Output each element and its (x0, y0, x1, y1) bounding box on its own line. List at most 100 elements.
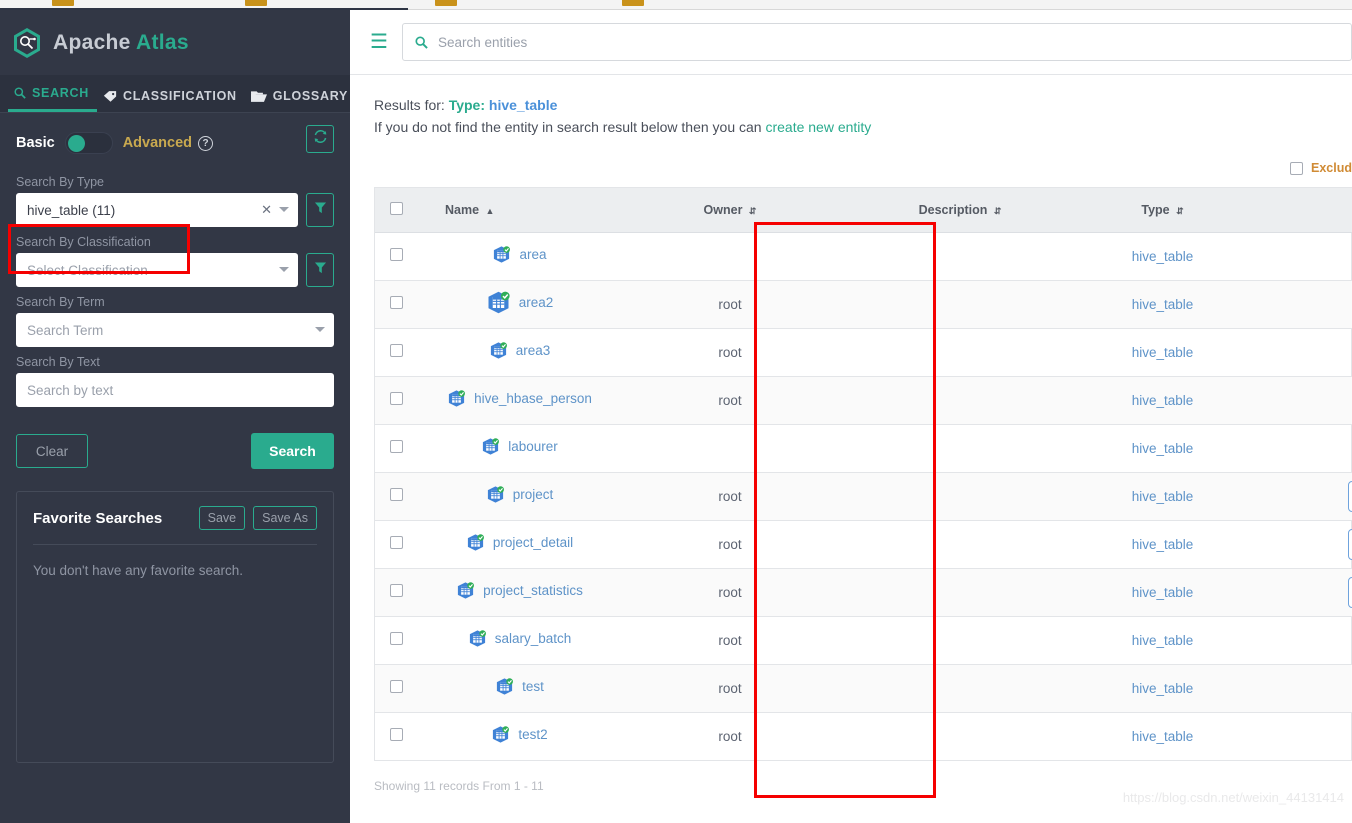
table-row[interactable]: test2 root hive_table + (375, 712, 1352, 761)
entity-name-cell[interactable]: test (417, 664, 595, 713)
basic-advanced-toggle[interactable] (64, 132, 113, 154)
classification-filter-button[interactable] (306, 253, 334, 287)
entity-name-cell[interactable]: test2 (417, 712, 595, 761)
search-by-classification-select[interactable]: Select Classification (16, 253, 298, 287)
entity-link[interactable]: salary_batch (468, 629, 571, 648)
row-checkbox[interactable] (389, 632, 403, 645)
row-checkbox[interactable] (389, 248, 403, 261)
row-select-cell[interactable] (375, 568, 417, 617)
tab-search[interactable]: SEARCH (8, 86, 97, 112)
table-row[interactable]: area3 root hive_table + (375, 328, 1352, 377)
entity-link[interactable]: project (486, 485, 553, 504)
type-link[interactable]: hive_table (1132, 585, 1194, 600)
row-select-cell[interactable] (375, 232, 417, 281)
bookmark-folder-icon[interactable] (622, 0, 644, 6)
tab-classification[interactable]: CLASSIFICATION (97, 89, 245, 112)
row-checkbox[interactable] (389, 728, 403, 741)
classification-tag[interactable]: 项目信息 (1348, 480, 1352, 512)
create-new-entity-link[interactable]: create new entity (765, 119, 871, 135)
tab-glossary[interactable]: GLOSSARY (245, 89, 356, 112)
type-cell[interactable]: hive_table (1055, 520, 1270, 569)
table-row[interactable]: labourer hive_table + (375, 424, 1352, 473)
entity-name-cell[interactable]: area3 (417, 328, 595, 377)
entity-link[interactable]: area3 (489, 341, 550, 360)
entity-name-cell[interactable]: area (417, 232, 595, 281)
caret-down-icon[interactable] (279, 207, 289, 212)
type-link[interactable]: hive_table (1132, 297, 1194, 312)
row-checkbox[interactable] (389, 440, 403, 453)
global-search-input[interactable] (435, 33, 1339, 51)
search-button[interactable]: Search (251, 433, 334, 469)
classification-cell[interactable]: + (1270, 712, 1352, 761)
classification-cell[interactable]: + (1270, 664, 1352, 713)
row-select-cell[interactable] (375, 280, 417, 329)
row-select-cell[interactable] (375, 616, 417, 665)
table-row[interactable]: hive_hbase_personroot hive_table + (375, 376, 1352, 425)
row-select-cell[interactable] (375, 712, 417, 761)
type-cell[interactable]: hive_table (1055, 376, 1270, 425)
entity-link[interactable]: test (495, 677, 544, 696)
header-description[interactable]: Description ⇵ (865, 188, 1055, 233)
select-all-checkbox[interactable] (389, 201, 403, 215)
entity-link[interactable]: test2 (491, 725, 548, 744)
classification-cell[interactable]: 项目统计 (1270, 568, 1352, 617)
type-link[interactable]: hive_table (1132, 633, 1194, 648)
clear-button[interactable]: Clear (16, 434, 88, 468)
search-by-text-input[interactable] (16, 373, 334, 407)
clear-type-icon[interactable]: ✕ (261, 202, 272, 218)
type-cell[interactable]: hive_table (1055, 568, 1270, 617)
entity-link[interactable]: project_statistics (456, 581, 583, 600)
type-link[interactable]: hive_table (1132, 393, 1194, 408)
row-select-cell[interactable] (375, 376, 417, 425)
entity-name-cell[interactable]: project (417, 472, 595, 521)
entity-name-cell[interactable]: labourer (417, 424, 595, 473)
table-row[interactable]: salary_batch root hive_table + (375, 616, 1352, 665)
row-select-cell[interactable] (375, 328, 417, 377)
type-cell[interactable]: hive_table (1055, 472, 1270, 521)
entity-name-cell[interactable]: area2 (417, 280, 595, 329)
type-cell[interactable]: hive_table (1055, 664, 1270, 713)
table-row[interactable]: project_detail root hive_table 项目明细 (375, 520, 1352, 569)
save-as-button[interactable]: Save As (253, 506, 317, 530)
classification-cell[interactable]: + (1270, 424, 1352, 473)
classification-tag[interactable]: 项目统计 (1348, 576, 1352, 608)
entity-link[interactable]: project_detail (466, 533, 573, 552)
type-link[interactable]: hive_table (1132, 537, 1194, 552)
header-select-all[interactable] (375, 188, 417, 233)
table-row[interactable]: project_statistics root hive_table 项目统计 (375, 568, 1352, 617)
classification-cell[interactable]: + (1270, 232, 1352, 281)
entity-link[interactable]: hive_hbase_person (447, 389, 592, 408)
row-select-cell[interactable] (375, 664, 417, 713)
type-cell[interactable]: hive_table (1055, 280, 1270, 329)
classification-tag[interactable]: 项目明细 (1348, 528, 1352, 560)
type-link[interactable]: hive_table (1132, 729, 1194, 744)
row-checkbox[interactable] (389, 296, 403, 309)
row-select-cell[interactable] (375, 424, 417, 473)
header-type[interactable]: Type ⇵ (1055, 188, 1270, 233)
search-by-term-select[interactable]: Search Term (16, 313, 334, 347)
row-select-cell[interactable] (375, 472, 417, 521)
exclude-subtypes-checkbox[interactable] (1290, 161, 1303, 175)
row-checkbox[interactable] (389, 392, 403, 405)
classification-cell[interactable]: + (1270, 616, 1352, 665)
question-circle-icon[interactable]: ? (198, 135, 214, 151)
table-row[interactable]: project root hive_table 项目信息 (375, 472, 1352, 521)
type-link[interactable]: hive_table (1132, 345, 1194, 360)
save-button[interactable]: Save (198, 506, 246, 530)
classification-cell[interactable]: + (1270, 328, 1352, 377)
hamburger-icon[interactable]: ☰ (364, 32, 402, 52)
type-link[interactable]: hive_table (1132, 681, 1194, 696)
entity-name-cell[interactable]: project_detail (417, 520, 595, 569)
search-by-type-select[interactable]: hive_table (11) (16, 193, 298, 227)
type-link[interactable]: hive_table (1132, 249, 1194, 264)
global-search-box[interactable] (401, 23, 1352, 61)
classification-cell[interactable]: 项目信息 (1270, 472, 1352, 521)
row-checkbox[interactable] (389, 536, 403, 549)
entity-name-cell[interactable]: hive_hbase_person (417, 376, 595, 425)
row-checkbox[interactable] (389, 488, 403, 501)
header-classification[interactable]: Classif ⇵ (1270, 188, 1352, 233)
type-cell[interactable]: hive_table (1055, 712, 1270, 761)
row-checkbox[interactable] (389, 680, 403, 693)
header-owner[interactable]: Owner ⇵ (595, 188, 865, 233)
type-cell[interactable]: hive_table (1055, 232, 1270, 281)
